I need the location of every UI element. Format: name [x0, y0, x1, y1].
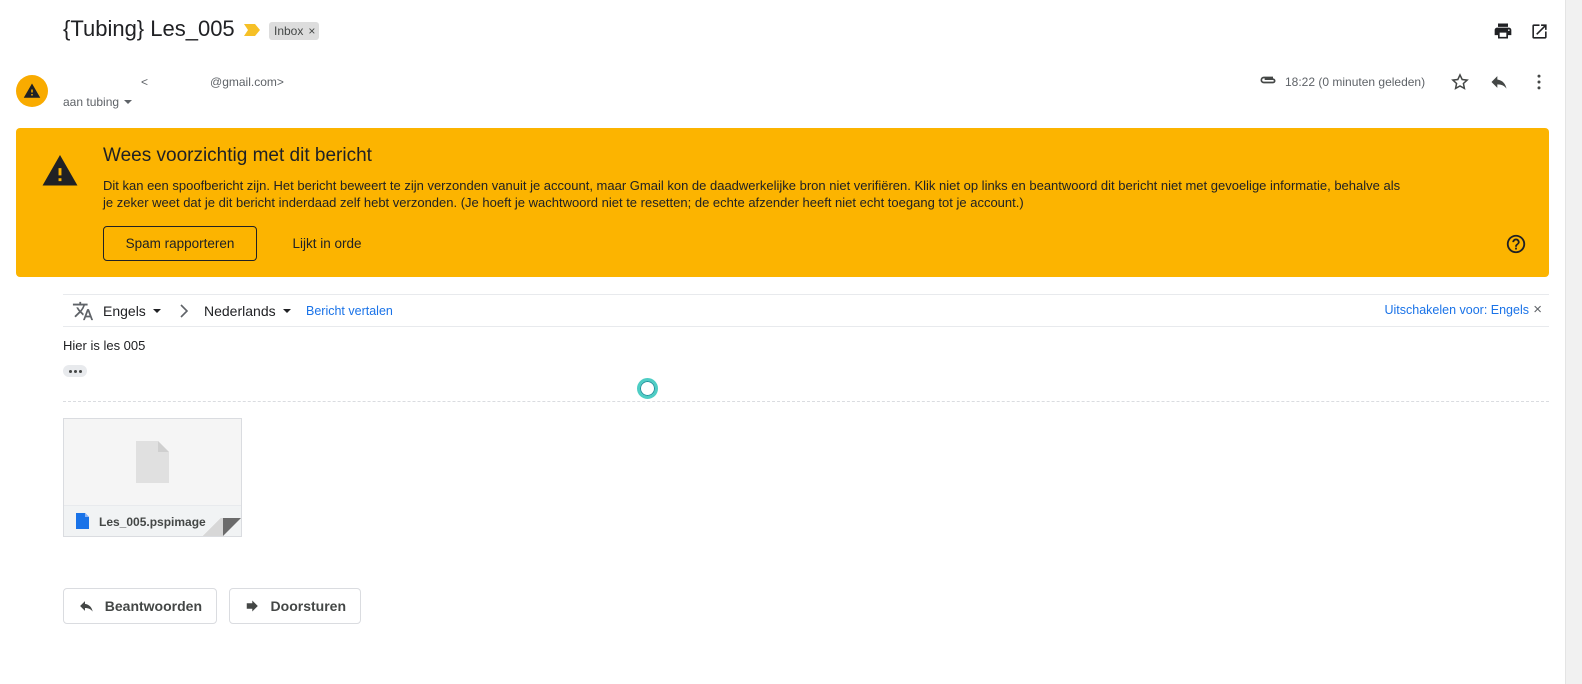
- attachment-filename: Les_005.pspimage: [99, 515, 206, 529]
- reply-icon: [80, 601, 93, 612]
- print-icon: [1494, 23, 1512, 39]
- target-language-dropdown[interactable]: Nederlands: [204, 303, 292, 319]
- page-curl-icon: [223, 518, 241, 536]
- chevron-right-icon: [178, 304, 190, 318]
- open-in-new-window-button[interactable]: [1526, 18, 1552, 44]
- recipients-dropdown[interactable]: aan tubing: [63, 95, 133, 109]
- translate-icon: [72, 300, 94, 322]
- warning-body: Dit kan een spoofbericht zijn. Het beric…: [103, 178, 1401, 210]
- source-language-label: Engels: [103, 303, 146, 319]
- source-language-dropdown[interactable]: Engels: [103, 303, 162, 319]
- chevron-down-icon: [152, 309, 161, 313]
- open-in-new-window-icon: [1531, 23, 1547, 39]
- chevron-down-icon: [282, 309, 291, 313]
- show-trimmed-content-button[interactable]: [63, 365, 87, 377]
- label-chip-inbox[interactable]: Inbox ×: [269, 22, 320, 40]
- more-options-button[interactable]: [1527, 70, 1551, 94]
- warning-icon: [42, 155, 78, 187]
- star-icon: [1451, 73, 1469, 90]
- looks-safe-button[interactable]: Lijkt in orde: [274, 226, 380, 261]
- sender-avatar[interactable]: [16, 75, 48, 107]
- print-button[interactable]: [1490, 18, 1516, 44]
- remove-label-icon[interactable]: ×: [308, 24, 315, 38]
- warning-icon: [23, 83, 41, 98]
- attachment-icon: [1258, 73, 1278, 87]
- attachment-divider: [63, 401, 1549, 402]
- translation-bar: Engels Nederlands Bericht vertalen Uitsc…: [63, 294, 1549, 327]
- forward-icon: [246, 600, 258, 612]
- forward-label: Doorsturen: [270, 598, 346, 614]
- star-button[interactable]: [1448, 70, 1472, 94]
- attachment-card[interactable]: Les_005.pspimage: [63, 418, 242, 537]
- attachment-footer: Les_005.pspimage: [64, 505, 241, 536]
- loading-spinner-icon: [637, 378, 658, 399]
- timestamp: 18:22 (0 minuten geleden): [1285, 75, 1426, 89]
- email-subject: {Tubing} Les_005: [63, 16, 235, 41]
- target-language-label: Nederlands: [204, 303, 276, 319]
- report-spam-button[interactable]: Spam rapporteren: [103, 226, 257, 261]
- message-body: Hier is les 005: [63, 338, 146, 353]
- forward-action-button[interactable]: Doorsturen: [229, 588, 361, 624]
- attachment-preview: [64, 419, 241, 505]
- reply-action-button[interactable]: Beantwoorden: [63, 588, 217, 624]
- chevron-down-icon: [124, 100, 133, 104]
- file-icon: [76, 513, 89, 529]
- spoof-warning-banner: Wees voorzichtig met dit bericht Dit kan…: [16, 128, 1549, 277]
- help-icon[interactable]: [1505, 233, 1527, 255]
- sender-address: < @gmail.com>: [141, 75, 284, 89]
- recipients-label: aan tubing: [63, 95, 120, 109]
- reply-button[interactable]: [1487, 70, 1511, 94]
- reply-label: Beantwoorden: [104, 598, 202, 614]
- document-placeholder-icon: [136, 441, 169, 483]
- disable-translation-link[interactable]: Uitschakelen voor: Engels: [1384, 303, 1529, 317]
- important-marker-icon[interactable]: [244, 24, 260, 36]
- translate-message-link[interactable]: Bericht vertalen: [306, 304, 393, 318]
- more-vert-icon: [1537, 74, 1541, 90]
- reply-icon: [1491, 76, 1507, 89]
- close-icon[interactable]: ×: [1533, 301, 1542, 318]
- vertical-scrollbar[interactable]: [1565, 0, 1582, 684]
- label-chip-text: Inbox: [274, 24, 304, 38]
- warning-title: Wees voorzichtig met dit bericht: [103, 145, 372, 166]
